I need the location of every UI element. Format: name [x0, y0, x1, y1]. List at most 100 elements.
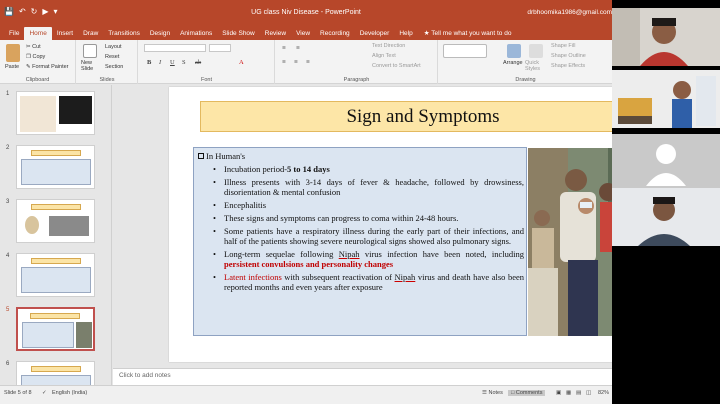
participant-tile-3[interactable] — [612, 134, 720, 192]
slide-thumbnail-6[interactable] — [16, 361, 95, 385]
paste-icon[interactable] — [6, 44, 20, 62]
strikethrough-icon[interactable]: ab — [195, 59, 201, 66]
tab-draw[interactable]: Draw — [78, 27, 103, 40]
participant-tile-1[interactable] — [612, 8, 720, 66]
tab-design[interactable]: Design — [145, 27, 175, 40]
arrange-icon[interactable] — [507, 44, 521, 58]
tab-home[interactable]: Home — [24, 27, 52, 40]
font-name-box[interactable] — [144, 44, 206, 52]
cut-button[interactable]: ✂ Cut — [26, 44, 41, 50]
patient-photo[interactable] — [528, 148, 612, 336]
thumb-textbox — [59, 96, 92, 124]
notes-pane[interactable]: Click to add notes — [113, 368, 612, 385]
numbering-icon[interactable]: ≡ — [296, 45, 300, 52]
quick-styles-icon[interactable] — [529, 44, 543, 58]
slide-thumbnail-4[interactable] — [16, 253, 95, 297]
reset-button[interactable]: Reset — [105, 54, 119, 60]
bullet-item: Encephalitis — [210, 200, 524, 210]
align-center-icon[interactable]: ≡ — [294, 59, 298, 66]
clipboard-group: Paste ✂ Cut ❐ Copy ✎ Format Painter Clip… — [0, 40, 76, 84]
participant-tile-2[interactable] — [612, 70, 720, 128]
comments-toggle[interactable]: □ Comments — [508, 390, 546, 396]
tab-transitions[interactable]: Transitions — [103, 27, 145, 40]
shapes-gallery[interactable] — [443, 44, 487, 58]
checkbox-bullet-icon — [198, 153, 204, 159]
tab-file[interactable]: File — [4, 27, 24, 40]
arrange-button[interactable]: Arrange — [503, 60, 523, 66]
drawing-label: Drawing — [515, 77, 536, 83]
underline-icon[interactable]: U — [170, 59, 175, 66]
font-color-icon[interactable]: A — [239, 59, 244, 66]
slide-thumbnail-1[interactable] — [16, 91, 95, 135]
slide-thumbnail-5[interactable] — [16, 307, 95, 351]
ribbon-home: Paste ✂ Cut ❐ Copy ✎ Format Painter Clip… — [0, 40, 612, 84]
notes-toggle[interactable]: ☰ Notes — [482, 390, 503, 396]
thumb-number: 3 — [6, 199, 10, 205]
slide-editor: Sign and Symptoms In Human's Incubation … — [113, 85, 612, 368]
status-bar: Slide 5 of 8 ✓ English (India) ☰ Notes □… — [0, 385, 612, 404]
new-slide-icon[interactable] — [83, 44, 97, 58]
font-size-box[interactable] — [209, 44, 231, 52]
language-indicator[interactable]: English (India) — [52, 390, 87, 396]
tab-review[interactable]: Review — [260, 27, 291, 40]
slide-thumbnail-2[interactable] — [16, 145, 95, 189]
thumb-number: 6 — [6, 361, 10, 367]
italic-icon[interactable]: I — [159, 59, 161, 66]
slide-title-box[interactable]: Sign and Symptoms — [200, 101, 612, 132]
convert-smartart-button[interactable]: Convert to SmartArt — [372, 63, 421, 69]
spelling-icon[interactable]: ✓ — [42, 390, 47, 396]
copy-button[interactable]: ❐ Copy — [26, 54, 45, 60]
thumb-number: 1 — [6, 91, 10, 97]
participant-video-4 — [612, 188, 720, 246]
tab-insert[interactable]: Insert — [52, 27, 78, 40]
paste-button[interactable]: Paste — [5, 64, 19, 70]
tab-recording[interactable]: Recording — [315, 27, 355, 40]
align-left-icon[interactable]: ≡ — [282, 59, 286, 66]
reading-view-icon[interactable]: ▤ — [576, 390, 581, 396]
bullet-item: Latent infections with subsequent reacti… — [210, 272, 524, 292]
tell-me-label: Tell me what you want to do — [431, 30, 512, 37]
quick-styles-button[interactable]: Quick Styles — [525, 60, 547, 72]
slide-content-box[interactable]: In Human's Incubation period-5 to 14 day… — [193, 147, 527, 336]
tab-animations[interactable]: Animations — [175, 27, 217, 40]
text-direction-button[interactable]: Text Direction — [372, 43, 405, 49]
tab-slide-show[interactable]: Slide Show — [217, 27, 260, 40]
bold-icon[interactable]: B — [147, 59, 151, 66]
slide-thumbnail-3[interactable] — [16, 199, 95, 243]
document-title: UG class Niv Disease - PowerPoint — [251, 9, 361, 16]
notes-placeholder: Click to add notes — [119, 372, 171, 379]
normal-view-icon[interactable]: ▣ — [556, 390, 561, 396]
tab-view[interactable]: View — [291, 27, 315, 40]
drawing-group: Arrange Quick Styles Shape Fill Shape Ou… — [439, 40, 612, 84]
bullet-item: Some patients have a respiratory illness… — [210, 226, 524, 246]
zoom-level[interactable]: 82% — [598, 390, 609, 396]
format-painter-button[interactable]: ✎ Format Painter — [26, 64, 69, 70]
content-heading: In Human's — [198, 151, 245, 161]
thumb-number: 4 — [6, 253, 10, 259]
thumb-image — [25, 216, 39, 234]
tab-developer[interactable]: Developer — [355, 27, 395, 40]
slideshow-view-icon[interactable]: ◫ — [586, 390, 591, 396]
patient-photo-graphic — [528, 148, 612, 336]
slide-sorter-icon[interactable]: ▦ — [566, 390, 571, 396]
current-slide[interactable]: Sign and Symptoms In Human's Incubation … — [169, 87, 612, 362]
new-slide-button[interactable]: New Slide — [81, 60, 101, 72]
bullets-icon[interactable]: ≡ — [282, 45, 286, 52]
section-button[interactable]: Section — [105, 64, 123, 70]
thumb-image — [49, 216, 89, 236]
shape-fill-button[interactable]: Shape Fill — [551, 43, 575, 49]
align-right-icon[interactable]: ≡ — [306, 59, 310, 66]
tell-me-search[interactable]: ★ Tell me what you want to do — [418, 27, 512, 40]
account-email[interactable]: drbhoomika1986@gmail.com — [527, 9, 612, 16]
shadow-icon[interactable]: S — [182, 59, 186, 66]
participant-tile-4[interactable] — [612, 188, 720, 246]
powerpoint-window: 💾 ↶ ↻ ▶ ▾ UG class Niv Disease - PowerPo… — [0, 0, 612, 404]
align-text-button[interactable]: Align Text — [372, 53, 396, 59]
bullet-list: Incubation period-5 to 14 days Illness p… — [210, 164, 524, 295]
participant-video-2 — [612, 70, 720, 128]
shape-effects-button[interactable]: Shape Effects — [551, 63, 585, 69]
layout-button[interactable]: Layout — [105, 44, 122, 50]
tab-help[interactable]: Help — [394, 27, 417, 40]
shape-outline-button[interactable]: Shape Outline — [551, 53, 586, 59]
participant-video-strip — [612, 0, 720, 404]
